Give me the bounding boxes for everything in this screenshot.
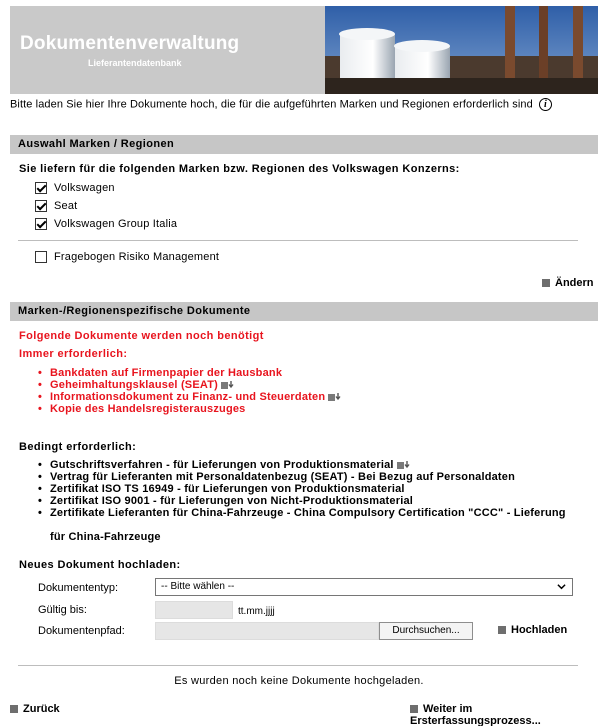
checkbox-label-volkswagen: Volkswagen (54, 182, 115, 194)
always-required-heading: Immer erforderlich: (19, 348, 128, 360)
valid-until-input[interactable] (155, 601, 233, 619)
change-link-label: Ändern (555, 277, 594, 289)
list-item-label: Geheimhaltungsklausel (SEAT) (50, 379, 218, 391)
checkbox-volkswagen-group-italia[interactable] (35, 218, 47, 230)
checkbox-seat[interactable] (35, 200, 47, 212)
checkbox-label-risk-questionnaire: Fragebogen Risiko Management (54, 251, 220, 263)
no-documents-message: Es wurden noch keine Dokumente hochgelad… (174, 675, 424, 687)
doctype-select-value: -- Bitte wählen -- (161, 581, 235, 592)
list-item-label: Informationsdokument zu Finanz- und Steu… (50, 391, 326, 403)
list-item-label: Zertifikat ISO TS 16949 - für Lieferunge… (50, 483, 405, 495)
upload-heading: Neues Dokument hochladen: (19, 559, 181, 571)
back-link-label: Zurück (23, 703, 60, 715)
document-path-label: Dokumentenpfad: (38, 625, 125, 637)
list-item[interactable]: Zertifikat ISO TS 16949 - für Lieferunge… (36, 483, 586, 495)
list-item[interactable]: Kopie des Handelsregisterauszuges (36, 403, 341, 415)
section-header-documents: Marken-/Regionenspezifische Dokumente (10, 302, 598, 321)
list-item[interactable]: Geheimhaltungsklausel (SEAT) (36, 379, 341, 391)
browse-button[interactable]: Durchsuchen... (379, 622, 473, 640)
square-bullet-icon (410, 705, 418, 714)
document-path-input[interactable] (155, 622, 379, 640)
list-item-label: Vertrag für Lieferanten mit Personaldate… (50, 471, 516, 483)
square-bullet-icon (10, 705, 18, 714)
square-bullet-icon (498, 626, 506, 635)
section-header-brand-selection: Auswahl Marken / Regionen (10, 135, 598, 154)
change-link[interactable]: Ändern (542, 277, 594, 289)
download-icon[interactable] (396, 460, 410, 470)
always-required-list: Bankdaten auf Firmenpapier der Hausbank … (36, 367, 341, 415)
next-link-label: Weiter im Ersterfassungsprozess... (410, 703, 541, 726)
header-banner: Dokumentenverwaltung Lieferantendatenban… (10, 6, 598, 94)
checkbox-label-seat: Seat (54, 200, 78, 212)
square-bullet-icon (542, 279, 550, 288)
download-icon[interactable] (220, 380, 234, 390)
list-item-continuation: für China-Fahrzeuge (50, 531, 161, 543)
doctype-select[interactable]: -- Bitte wählen -- (155, 578, 573, 596)
list-item[interactable]: Vertrag für Lieferanten mit Personaldate… (36, 471, 586, 483)
list-item[interactable]: Zertifikat ISO 9001 - für Lieferungen vo… (36, 495, 586, 507)
brand-question: Sie liefern für die folgenden Marken bzw… (19, 163, 460, 175)
list-item-label: Gutschriftsverfahren - für Lieferungen v… (50, 459, 394, 471)
conditionally-required-list: Gutschriftsverfahren - für Lieferungen v… (36, 459, 586, 519)
list-item-label: Bankdaten auf Firmenpapier der Hausbank (50, 367, 283, 379)
list-item[interactable]: Informationsdokument zu Finanz- und Steu… (36, 391, 341, 403)
upload-link-label: Hochladen (511, 624, 568, 636)
doctype-label: Dokumententyp: (38, 582, 119, 594)
list-item[interactable]: Zertifikate Lieferanten für China-Fahrze… (36, 507, 586, 519)
intro-text: Bitte laden Sie hier Ihre Dokumente hoch… (10, 98, 590, 111)
divider (18, 240, 578, 241)
checkbox-label-volkswagen-group-italia: Volkswagen Group Italia (54, 218, 178, 230)
list-item-label: Kopie des Handelsregisterauszuges (50, 403, 246, 415)
next-link[interactable]: Weiter im Ersterfassungsprozess... (410, 703, 598, 726)
date-format-hint: tt.mm.jjjj (238, 606, 275, 617)
list-item-label: Zertifikate Lieferanten für China-Fahrze… (50, 507, 566, 519)
divider (18, 665, 578, 666)
checkbox-risk-questionnaire[interactable] (35, 251, 47, 263)
upload-link[interactable]: Hochladen (498, 624, 567, 636)
valid-until-label: Gültig bis: (38, 604, 87, 616)
list-item[interactable]: Gutschriftsverfahren - für Lieferungen v… (36, 459, 586, 471)
checkbox-volkswagen[interactable] (35, 182, 47, 194)
page-title: Dokumentenverwaltung (20, 33, 240, 54)
chevron-down-icon (557, 584, 566, 590)
conditionally-required-heading: Bedingt erforderlich: (19, 441, 137, 453)
download-icon[interactable] (328, 392, 341, 402)
factory-image (325, 6, 598, 94)
page-subtitle: Lieferantendatenbank (88, 58, 182, 68)
required-documents-heading: Folgende Dokumente werden noch benötigt (19, 330, 264, 342)
back-link[interactable]: Zurück (10, 703, 60, 715)
list-item-label: Zertifikat ISO 9001 - für Lieferungen vo… (50, 495, 414, 507)
info-icon[interactable]: i (538, 98, 552, 111)
list-item[interactable]: Bankdaten auf Firmenpapier der Hausbank (36, 367, 341, 379)
intro-text-content: Bitte laden Sie hier Ihre Dokumente hoch… (10, 98, 533, 111)
